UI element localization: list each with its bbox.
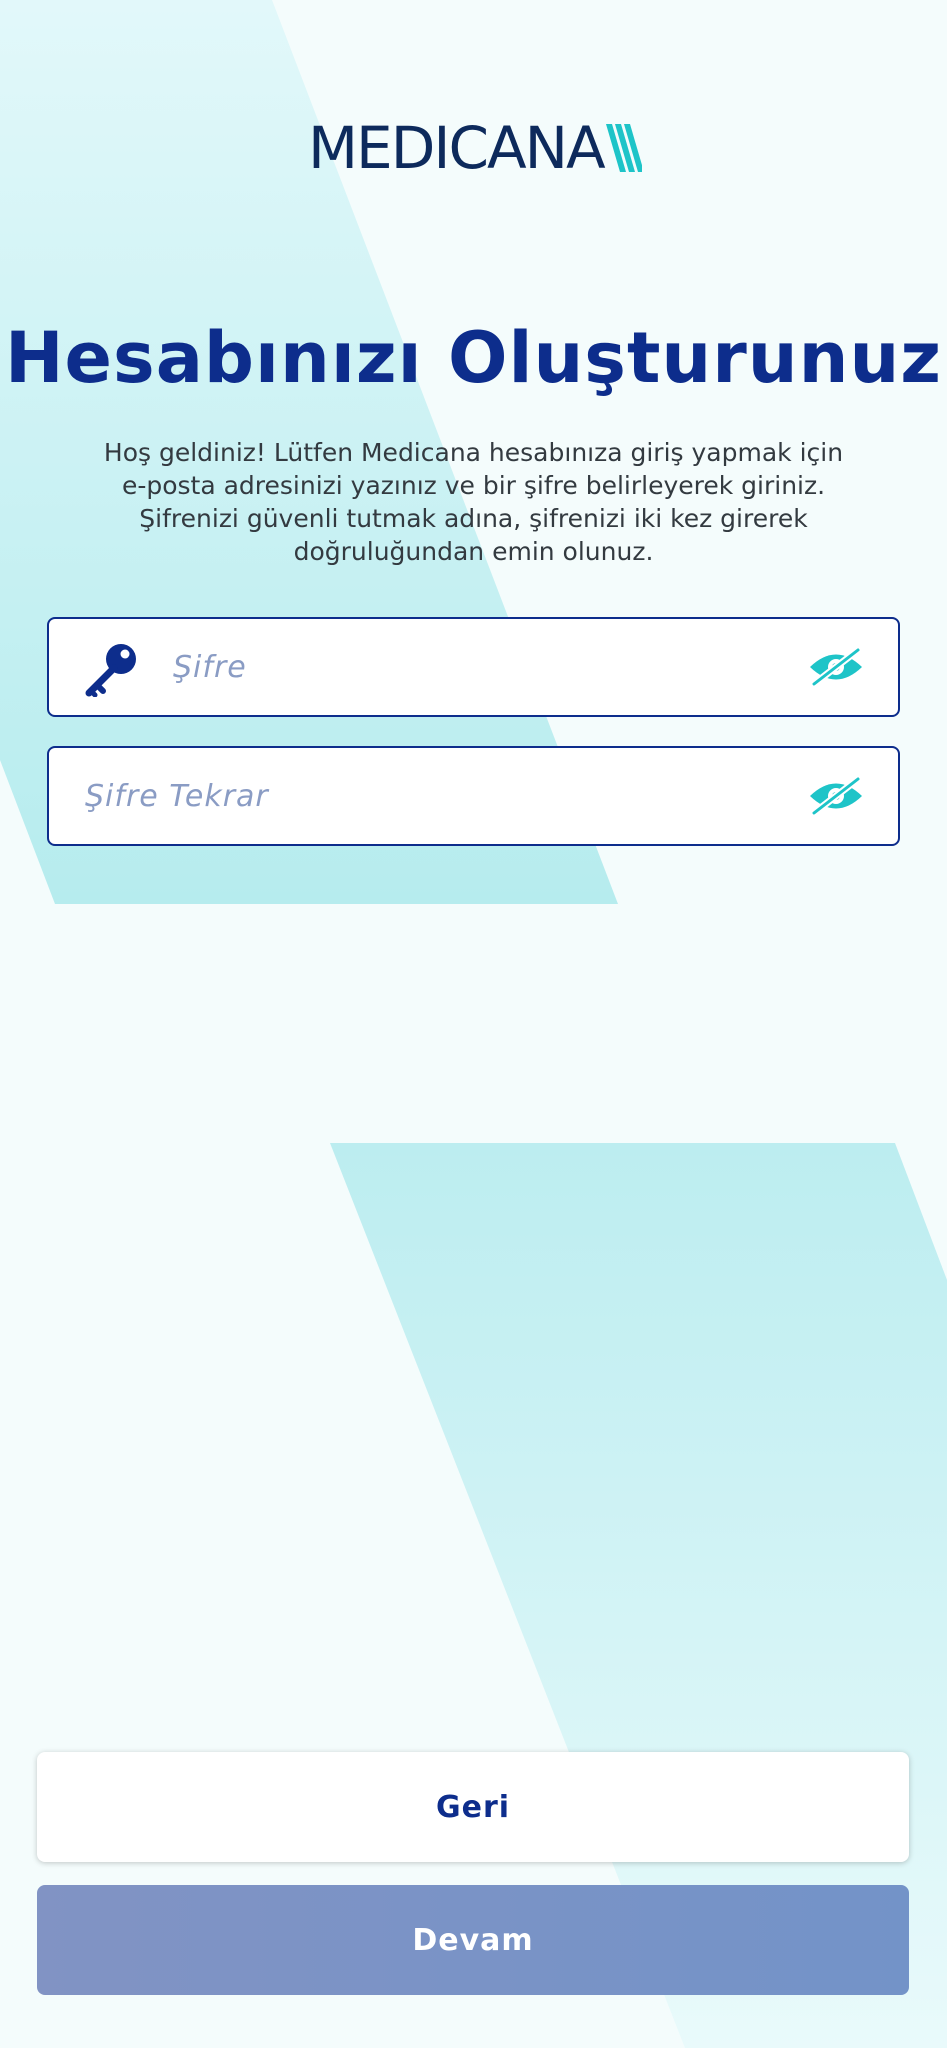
page-description: Hoş geldiniz! Lütfen Medicana hesabınıza… [103,438,844,566]
back-button[interactable]: Geri [37,1752,909,1862]
logo-slash-mark-icon [605,124,642,172]
eye-slash-icon[interactable] [808,777,864,815]
password-repeat-field[interactable] [47,746,900,846]
create-account-screen: MEDICANA Hesabınızı Oluşturunuz Hoş geld… [0,0,947,2048]
password-field[interactable] [47,617,900,717]
logo-wordmark: MEDICANA [308,114,606,182]
eye-slash-icon[interactable] [808,648,864,686]
page-title: Hesabınızı Oluşturunuz [4,317,943,399]
medicana-logo: MEDICANA [308,114,642,182]
key-icon [85,644,136,697]
password-repeat-input[interactable] [85,748,773,844]
continue-button[interactable]: Devam [37,1885,909,1995]
password-input[interactable] [173,619,773,715]
